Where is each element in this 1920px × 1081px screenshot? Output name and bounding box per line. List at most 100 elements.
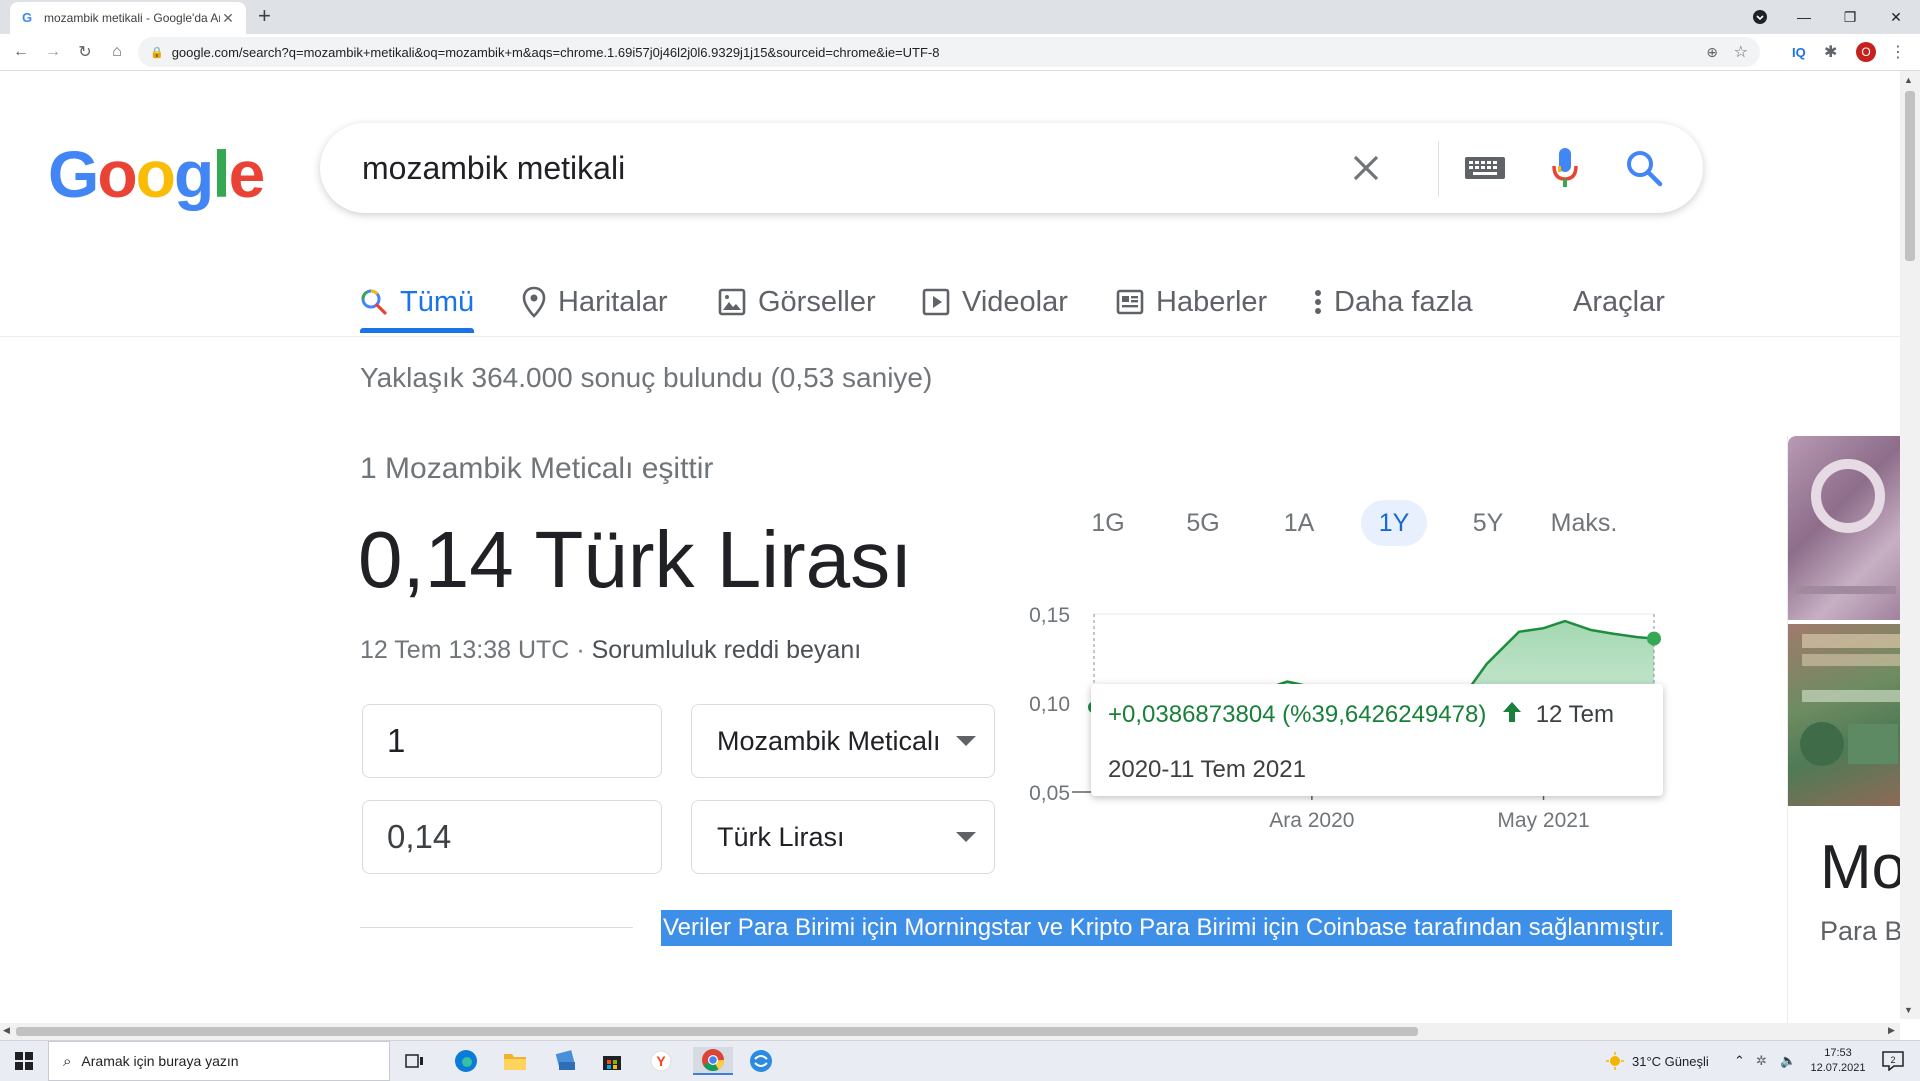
windows-start-icon[interactable] xyxy=(9,1047,39,1075)
keyboard-icon[interactable] xyxy=(1462,145,1508,191)
horizontal-scroll-thumb[interactable] xyxy=(16,1027,1418,1036)
map-pin-icon xyxy=(522,286,546,318)
tray-chevron-icon[interactable]: ⌃ xyxy=(1734,1041,1745,1081)
reload-icon[interactable]: ↻ xyxy=(75,42,95,62)
search-submit-icon[interactable] xyxy=(1621,145,1667,191)
tab-search-icon[interactable] xyxy=(1738,0,1782,34)
iq-extension-icon[interactable]: IQ xyxy=(1792,42,1806,62)
search-input[interactable]: mozambik metikali xyxy=(362,150,625,187)
google-logo[interactable]: Google xyxy=(48,136,265,212)
tools-button[interactable]: Araçlar xyxy=(1573,268,1665,336)
tab-maps-label: Haritalar xyxy=(558,285,668,318)
clock[interactable]: 17:53 12.07.2021 xyxy=(1808,1041,1868,1081)
vertical-scrollbar[interactable]: ▲ ▼ xyxy=(1900,71,1920,1019)
image-icon xyxy=(718,288,746,316)
store-icon[interactable] xyxy=(597,1047,627,1075)
from-currency-select[interactable]: Mozambik Meticalı xyxy=(691,704,995,778)
disclaimer-link[interactable]: Sorumluluk reddi beyanı xyxy=(592,636,862,664)
network-icon[interactable]: ✲ xyxy=(1756,1041,1767,1081)
banknote-image[interactable] xyxy=(1788,436,1906,620)
browser-menu-icon[interactable]: ⋮ xyxy=(1890,42,1906,62)
clear-search-icon[interactable] xyxy=(1343,145,1389,191)
from-currency-label: Mozambik Meticalı xyxy=(717,725,941,756)
active-tab-indicator xyxy=(360,328,474,333)
range-1d-button[interactable]: 1G xyxy=(1082,500,1134,546)
tooltip-change: +0,0386873804 (%39,6426249478) 12 Tem xyxy=(1108,700,1614,729)
to-currency-select[interactable]: Türk Lirası xyxy=(691,800,995,874)
lock-icon: 🔒 xyxy=(150,46,164,59)
tab-news-label: Haberler xyxy=(1156,285,1268,318)
new-tab-button[interactable]: + xyxy=(258,4,271,28)
scroll-down-arrow-icon[interactable]: ▼ xyxy=(1904,1005,1913,1015)
scroll-right-arrow-icon[interactable]: ▶ xyxy=(1888,1025,1895,1036)
chart-tooltip: +0,0386873804 (%39,6426249478) 12 Tem 20… xyxy=(1091,684,1663,796)
search-tabs: Tümü Haritalar Görseller Videolar Haberl… xyxy=(0,268,1900,337)
scroll-left-arrow-icon[interactable]: ◀ xyxy=(3,1025,10,1036)
conversion-equals-label: 1 Mozambik Meticalı eşittir xyxy=(360,452,714,485)
y-tick-label: 0,15 xyxy=(1029,604,1070,627)
tab-more-label: Daha fazla xyxy=(1334,285,1473,318)
notification-center-icon[interactable]: 2 xyxy=(1882,1041,1904,1081)
google-favicon-icon: G xyxy=(22,10,33,25)
range-1m-button[interactable]: 1A xyxy=(1272,500,1326,546)
tab-news[interactable]: Haberler xyxy=(1116,268,1267,336)
extensions-puzzle-icon[interactable]: ✱ xyxy=(1824,42,1837,62)
volume-icon[interactable]: 🔈 xyxy=(1780,1041,1796,1081)
tab-close-icon[interactable]: ✕ xyxy=(220,10,236,27)
y-tick-label: 0,10 xyxy=(1029,693,1070,716)
data-attribution: Veriler Para Birimi için Morningstar ve … xyxy=(661,910,1672,946)
to-amount-input[interactable]: 0,14 xyxy=(362,800,662,874)
vpn-app-icon[interactable] xyxy=(746,1047,776,1075)
weather-widget[interactable]: 31°C Güneşli xyxy=(1606,1041,1709,1081)
file-explorer-icon[interactable] xyxy=(500,1047,530,1075)
minimize-button[interactable]: — xyxy=(1782,0,1826,34)
svg-text:Y: Y xyxy=(656,1053,666,1069)
microphone-icon[interactable] xyxy=(1542,145,1588,191)
range-1y-button[interactable]: 1Y xyxy=(1361,500,1427,546)
range-5d-button[interactable]: 5G xyxy=(1176,500,1230,546)
horizontal-scrollbar[interactable]: ◀ ▶ xyxy=(0,1023,1900,1040)
windows-taskbar: ⌕ Aramak için buraya yazın Y 31°C Güneşl… xyxy=(0,1040,1920,1081)
address-bar[interactable]: 🔒 google.com/search?q=mozambik+metikali&… xyxy=(138,37,1760,67)
home-icon[interactable]: ⌂ xyxy=(107,42,127,62)
tab-images[interactable]: Görseller xyxy=(718,268,876,336)
scroll-up-arrow-icon[interactable]: ▲ xyxy=(1904,75,1913,85)
yandex-browser-icon[interactable]: Y xyxy=(646,1047,676,1075)
x-tick-label: Ara 2020 xyxy=(1269,809,1354,832)
close-window-button[interactable]: ✕ xyxy=(1874,0,1918,34)
range-max-button[interactable]: Maks. xyxy=(1546,500,1622,546)
tab-images-label: Görseller xyxy=(758,285,876,318)
range-5y-button[interactable]: 5Y xyxy=(1462,500,1514,546)
profile-avatar[interactable]: O xyxy=(1856,42,1876,62)
conversion-result: 0,14 Türk Lirası xyxy=(358,515,913,604)
more-vert-icon xyxy=(1314,288,1322,316)
footer-divider xyxy=(360,927,633,928)
from-amount-input[interactable]: 1 xyxy=(362,704,662,778)
banknote-image[interactable] xyxy=(1788,624,1906,806)
browser-tab[interactable]: G mozambik metikali - Google'da Ara ✕ xyxy=(10,2,246,34)
tab-all-label: Tümü xyxy=(400,285,475,318)
tab-maps[interactable]: Haritalar xyxy=(522,268,668,336)
edge-browser-icon[interactable] xyxy=(451,1047,481,1075)
zoom-icon[interactable]: ⊕ xyxy=(1706,44,1718,61)
network-app-icon[interactable] xyxy=(551,1047,581,1075)
restore-button[interactable]: ❐ xyxy=(1828,0,1872,34)
search-box[interactable]: mozambik metikali xyxy=(320,123,1703,213)
chrome-icon[interactable] xyxy=(693,1047,733,1075)
clock-date: 12.07.2021 xyxy=(1810,1062,1866,1074)
back-arrow-icon[interactable]: ← xyxy=(11,42,31,62)
result-stats: Yaklaşık 364.000 sonuç bulundu (0,53 san… xyxy=(360,362,933,393)
tab-videos[interactable]: Videolar xyxy=(922,268,1068,336)
tab-more[interactable]: Daha fazla xyxy=(1314,268,1473,336)
weather-text: 31°C Güneşli xyxy=(1632,1053,1709,1069)
bookmark-star-icon[interactable]: ☆ xyxy=(1734,42,1748,62)
tooltip-change-value: +0,0386873804 (%39,6426249478) xyxy=(1108,701,1487,728)
search-icon xyxy=(360,288,388,316)
tab-all[interactable]: Tümü xyxy=(360,268,474,336)
task-view-icon[interactable] xyxy=(400,1047,430,1075)
vertical-scroll-thumb[interactable] xyxy=(1905,91,1915,261)
timestamp-separator: · xyxy=(569,636,592,664)
taskbar-search-box[interactable]: ⌕ Aramak için buraya yazın xyxy=(48,1041,390,1081)
forward-arrow-icon[interactable]: → xyxy=(43,42,63,62)
clock-time: 17:53 xyxy=(1824,1047,1852,1059)
